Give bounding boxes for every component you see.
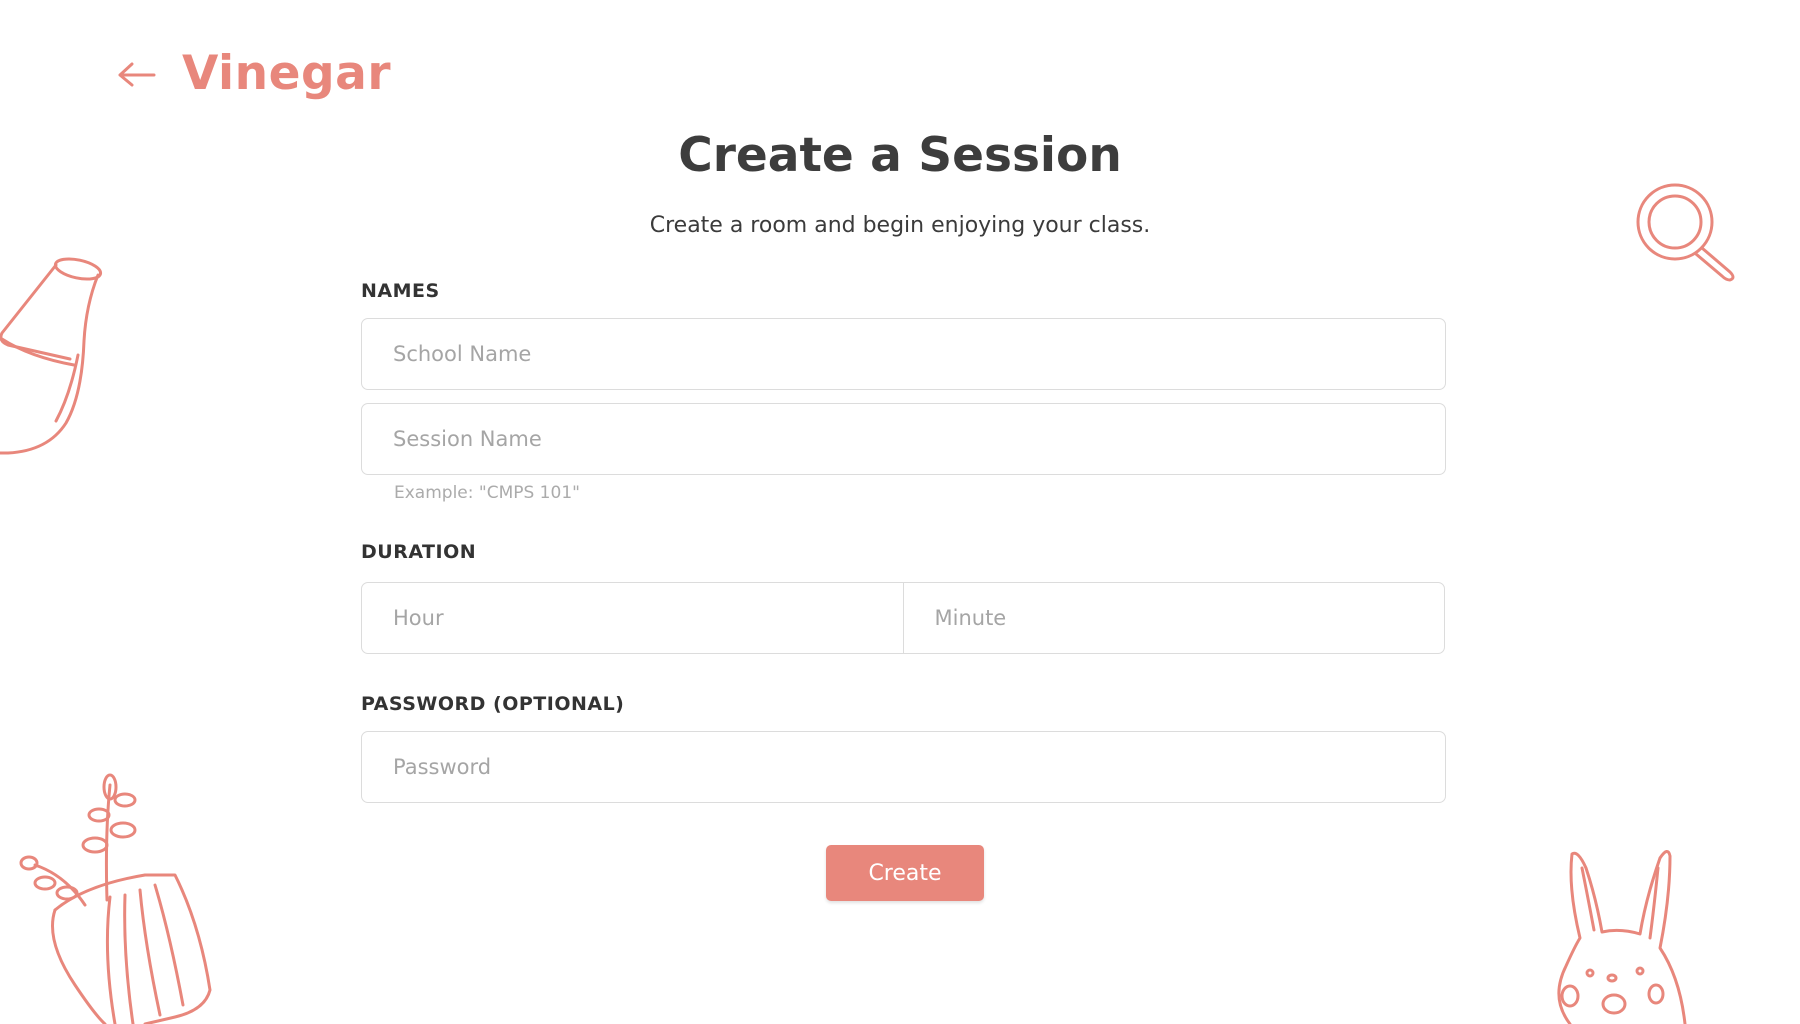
page-subtitle: Create a room and begin enjoying your cl… [649, 213, 1151, 238]
session-name-input[interactable]: Session Name [361, 403, 1446, 475]
arrow-left-path [118, 62, 156, 86]
duration-section-label: DURATION [361, 541, 477, 563]
create-session-form: NAMES School Name Session Name Example: … [361, 280, 1446, 803]
app-header: Vinegar [114, 46, 391, 101]
session-name-hint: Example: "CMPS 101" [394, 483, 580, 503]
minute-input[interactable]: Minute [902, 583, 1445, 653]
password-section-label: PASSWORD (OPTIONAL) [361, 693, 625, 715]
school-name-input[interactable]: School Name [361, 318, 1446, 390]
brand-name: Vinegar [182, 46, 392, 101]
arrow-left-icon[interactable] [114, 58, 158, 90]
page-title: Create a Session [678, 128, 1122, 183]
names-section-label: NAMES [361, 280, 440, 302]
password-input[interactable]: Password [361, 731, 1446, 803]
duration-inputs: Hour Minute [361, 582, 1445, 654]
potted-plant-doodle-icon [15, 773, 215, 1024]
bunny-doodle-icon [1540, 848, 1700, 1024]
create-button[interactable]: Create [826, 845, 984, 901]
hour-input[interactable]: Hour [362, 583, 903, 653]
vase-doodle-icon [0, 245, 105, 455]
